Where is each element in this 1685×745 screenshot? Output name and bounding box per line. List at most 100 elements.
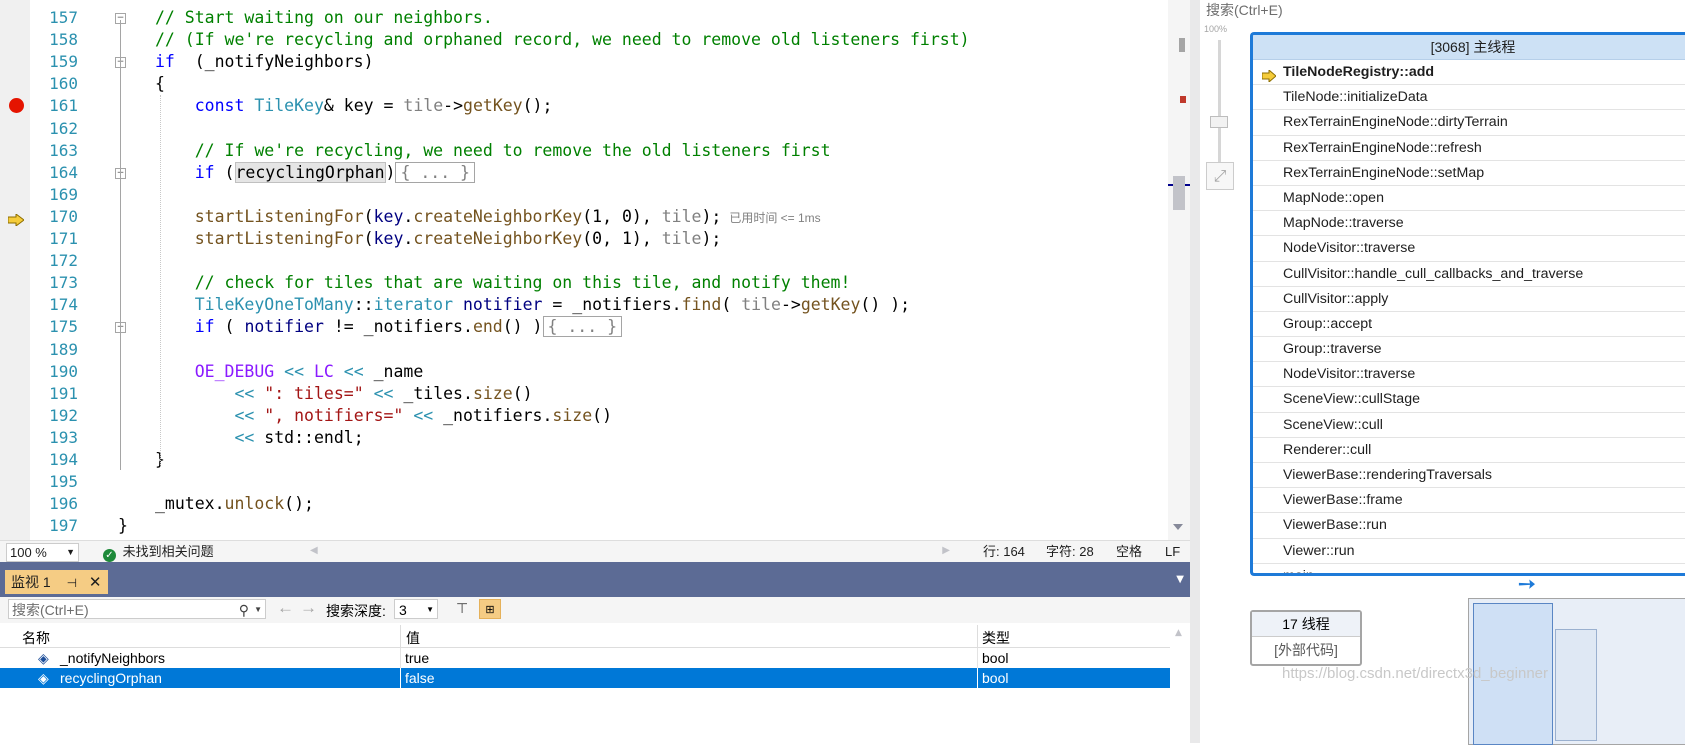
stack-frame[interactable]: ViewerBase::renderingTraversals: [1253, 463, 1685, 489]
code-token: TileKey: [254, 96, 324, 116]
scroll-thumb[interactable]: [1173, 176, 1185, 210]
code-text[interactable]: {: [155, 73, 165, 95]
stack-frame[interactable]: Viewer::run: [1253, 539, 1685, 564]
watch-value-cell[interactable]: false: [405, 668, 435, 688]
search-options-chevron-icon[interactable]: ▼: [254, 600, 262, 620]
code-text[interactable]: if ( notifier != _notifiers.end() ){ ...…: [155, 316, 623, 338]
stack-frame[interactable]: MapNode::traverse: [1253, 211, 1685, 237]
scroll-left-icon[interactable]: ◀: [310, 545, 318, 556]
column-type[interactable]: 类型: [982, 628, 1010, 648]
watch-search-input[interactable]: 搜索(Ctrl+E) ⚲ ▼: [8, 599, 266, 619]
code-token: std::endl;: [254, 427, 364, 447]
stack-frame[interactable]: NodeVisitor::traverse: [1253, 362, 1685, 388]
column-divider[interactable]: [977, 625, 978, 647]
stack-frame[interactable]: CullVisitor::apply: [1253, 287, 1685, 312]
watch-scroll-up-icon[interactable]: ▲: [1175, 628, 1182, 638]
call-stack-node[interactable]: [3068] 主线程 TileNodeRegistry::add TileNode…: [1250, 32, 1685, 576]
watch-search-placeholder: 搜索(Ctrl+E): [12, 602, 89, 618]
hex-display-icon[interactable]: ⊞: [479, 599, 501, 619]
panel-menu-chevron-icon[interactable]: ▼: [1176, 574, 1184, 585]
pane-splitter[interactable]: [1190, 0, 1200, 743]
search-depth-dropdown[interactable]: 3 ▼: [394, 599, 438, 619]
code-text[interactable]: startListeningFor(key.createNeighborKey(…: [155, 206, 821, 229]
code-token: <<: [234, 383, 255, 403]
zoom-to-fit-icon[interactable]: ⤢: [1206, 162, 1234, 190]
filter-icon[interactable]: ⊤: [456, 600, 468, 617]
stack-frame[interactable]: ViewerBase::frame: [1253, 488, 1685, 514]
close-icon[interactable]: ✕: [89, 574, 102, 591]
code-text[interactable]: }: [118, 515, 128, 537]
table-row[interactable]: ◈ recyclingOrphan false bool: [0, 668, 1170, 688]
stack-frame[interactable]: MapNode::open: [1253, 186, 1685, 212]
stack-frame[interactable]: SceneView::cullStage: [1253, 387, 1685, 413]
stack-frame[interactable]: ViewerBase::run: [1253, 513, 1685, 539]
line-indicator[interactable]: 行: 164: [983, 544, 1025, 560]
code-text[interactable]: _mutex.unlock();: [155, 493, 314, 515]
code-text[interactable]: // check for tiles that are waiting on t…: [155, 272, 851, 294]
cell-divider: [400, 648, 401, 668]
pin-icon[interactable]: ⊣: [67, 576, 77, 590]
line-ending-indicator[interactable]: LF: [1165, 544, 1180, 560]
stack-frame[interactable]: RexTerrainEngineNode::dirtyTerrain: [1253, 110, 1685, 136]
code-text[interactable]: OE_DEBUG << LC << _name: [155, 361, 424, 383]
scroll-down-icon[interactable]: [1173, 524, 1183, 530]
column-divider[interactable]: [400, 625, 401, 647]
code-text[interactable]: << ": tiles=" << _tiles.size(): [155, 383, 532, 405]
code-text[interactable]: << ", notifiers=" << _notifiers.size(): [155, 405, 612, 427]
stack-frame[interactable]: TileNode::initializeData: [1253, 85, 1685, 111]
code-text[interactable]: // If we're recycling, we need to remove…: [155, 140, 831, 162]
editor-vertical-scrollbar[interactable]: [1168, 0, 1190, 540]
char-indicator[interactable]: 字符: 28: [1046, 544, 1094, 560]
column-value[interactable]: 值: [406, 628, 420, 648]
code-token: (: [721, 295, 742, 315]
code-text[interactable]: << std::endl;: [155, 427, 364, 449]
code-text[interactable]: const TileKey& key = tile->getKey();: [155, 95, 553, 117]
whitespace-indicator[interactable]: 空格: [1116, 544, 1142, 560]
code-text[interactable]: // (If we're recycling and orphaned reco…: [155, 29, 970, 51]
zoom-slider[interactable]: 100% ⤢: [1204, 22, 1238, 198]
stack-frame[interactable]: RexTerrainEngineNode::setMap: [1253, 161, 1685, 186]
stack-frame[interactable]: NodeVisitor::traverse: [1253, 236, 1685, 262]
external-threads-node[interactable]: 17 线程 [外部代码]: [1250, 610, 1362, 666]
zoom-dropdown[interactable]: 100 % ▼: [6, 543, 79, 562]
tab-watch-1[interactable]: 监视 1 ⊣ ✕: [5, 570, 108, 594]
zoom-slider-track[interactable]: [1218, 40, 1221, 170]
stack-frame[interactable]: main: [1253, 564, 1685, 573]
breakpoint-icon[interactable]: [9, 98, 24, 114]
code-text[interactable]: // Start waiting on our neighbors.: [155, 7, 493, 29]
stack-frame[interactable]: CullVisitor::handle_cull_callbacks_and_t…: [1253, 262, 1685, 287]
code-text[interactable]: if (_notifyNeighbors): [155, 51, 374, 73]
stack-frame-label: Viewer::run: [1283, 542, 1355, 559]
code-editor[interactable]: 157// Start waiting on our neighbors. −15…: [0, 0, 1190, 580]
code-text[interactable]: if (recyclingOrphan){ ... }: [155, 161, 475, 184]
issues-indicator[interactable]: ✓ 未找到相关问题: [103, 544, 214, 562]
search-forward-icon[interactable]: →: [300, 598, 317, 618]
code-text[interactable]: TileKeyOneToMany::iterator notifier = _n…: [155, 294, 910, 316]
stack-frame[interactable]: SceneView::cull: [1253, 413, 1685, 438]
horizontal-scrollbar[interactable]: ◀ ▶: [310, 545, 950, 559]
parallel-search-input[interactable]: 搜索(Ctrl+E): [1206, 0, 1283, 20]
code-area[interactable]: 157// Start waiting on our neighbors. −15…: [0, 0, 1168, 580]
code-token: (0, 1),: [582, 229, 662, 248]
watch-value-cell[interactable]: true: [405, 648, 429, 668]
line-number: 196: [49, 494, 78, 514]
external-code-label: [外部代码]: [1274, 642, 1338, 658]
zoom-slider-label: 100%: [1204, 24, 1228, 34]
stack-frame-label: SceneView::cull: [1283, 416, 1383, 433]
search-back-icon[interactable]: ←: [277, 598, 294, 618]
scroll-right-icon[interactable]: ▶: [942, 545, 950, 556]
stack-frame[interactable]: RexTerrainEngineNode::refresh: [1253, 136, 1685, 161]
collapsed-region[interactable]: { ... }: [395, 161, 475, 183]
search-icon[interactable]: ⚲: [239, 600, 249, 620]
code-token: (_notifyNeighbors): [174, 52, 374, 72]
stack-frame[interactable]: TileNodeRegistry::add: [1253, 60, 1685, 86]
stack-frame[interactable]: Renderer::cull: [1253, 438, 1685, 463]
column-name[interactable]: 名称: [22, 628, 50, 648]
collapsed-region[interactable]: { ... }: [542, 316, 623, 338]
stack-frame[interactable]: Group::traverse: [1253, 337, 1685, 363]
table-row[interactable]: ◈ _notifyNeighbors true bool: [0, 648, 1170, 668]
code-text[interactable]: startListeningFor(key.createNeighborKey(…: [155, 228, 722, 250]
stack-frame[interactable]: Group::accept: [1253, 312, 1685, 338]
zoom-slider-thumb[interactable]: [1210, 116, 1228, 128]
